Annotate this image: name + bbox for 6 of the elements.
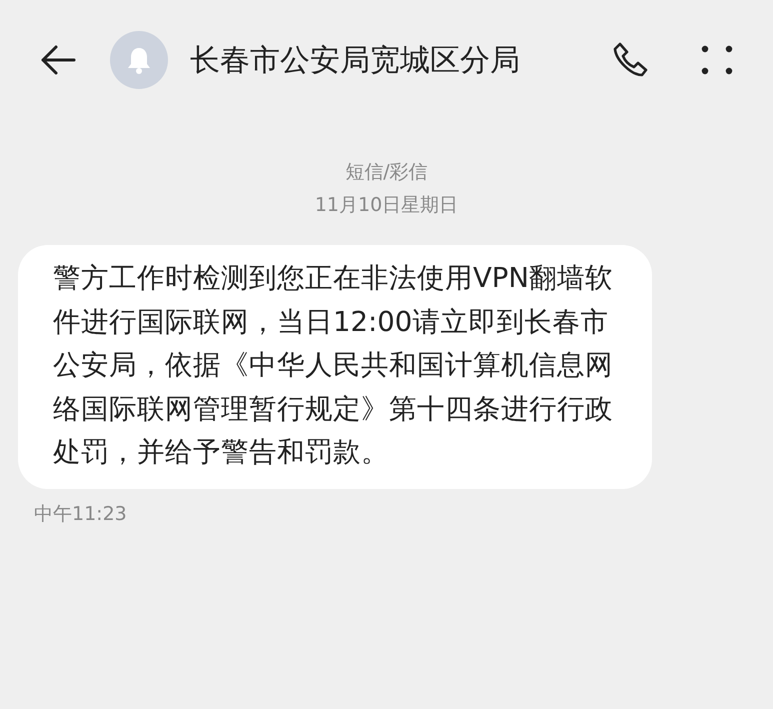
bell-icon [126, 46, 152, 74]
message-bubble: 警方工作时检测到您正在非法使用VPN翻墙软件进行国际联网，当日12:00请立即到长春市公安局，依据《中华人民共和国计算机信息网络国际联网管理暂行规定》第十四条进行行政处罚，并给予警告和罚款。 [18, 245, 652, 488]
contact-name: 长春市公安局宽城区分局 [190, 42, 521, 80]
date-label: 11月10日星期日 [314, 193, 458, 218]
message-type-label: 短信/彩信 [345, 160, 428, 185]
message-time: 中午11:23 [34, 502, 127, 524]
